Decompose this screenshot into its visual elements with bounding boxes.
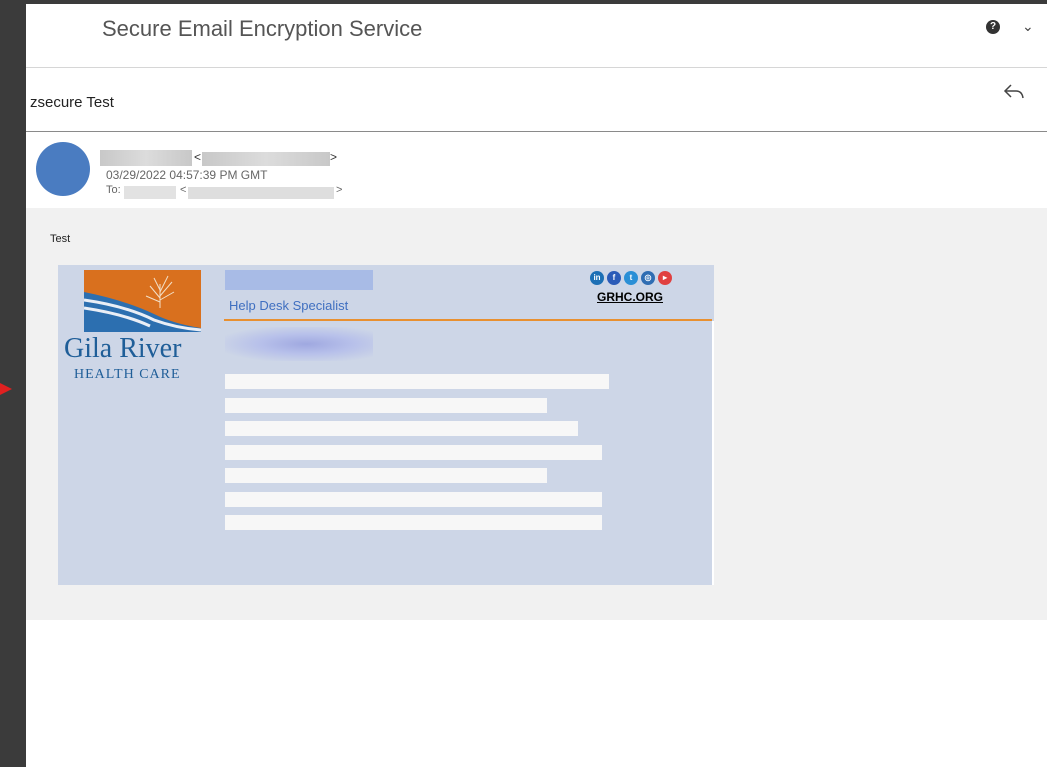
- sender-name-redacted: [100, 150, 192, 166]
- linkedin-icon[interactable]: in: [590, 271, 604, 285]
- youtube-icon[interactable]: ▸: [658, 271, 672, 285]
- help-icon[interactable]: ?: [986, 20, 1000, 34]
- contact-line-redacted: [225, 492, 602, 507]
- to-label: To:: [106, 184, 121, 196]
- facebook-icon[interactable]: f: [607, 271, 621, 285]
- sender-email-redacted: [202, 152, 330, 166]
- to-open-bracket: <: [180, 184, 187, 196]
- body-text: Test: [50, 233, 71, 245]
- signer-name-redacted: [225, 270, 373, 290]
- signature-edge: [712, 321, 714, 585]
- app-frame: Secure Email Encryption Service ? ⌄ zsec…: [0, 0, 1047, 767]
- twitter-icon[interactable]: t: [624, 271, 638, 285]
- email-meta: < > 03/29/2022 04:57:39 PM GMT To: < >: [26, 134, 1047, 208]
- contact-line-redacted: [225, 468, 547, 483]
- email-page: Secure Email Encryption Service ? ⌄ zsec…: [26, 4, 1047, 767]
- sender-close-bracket: >: [330, 150, 338, 164]
- gila-river-logo: [84, 270, 201, 332]
- job-title: Help Desk Specialist: [229, 298, 349, 313]
- avatar: [36, 142, 90, 196]
- contact-line-redacted: [225, 398, 547, 413]
- app-header: Secure Email Encryption Service ? ⌄: [26, 4, 1047, 68]
- contact-line-redacted: [225, 515, 602, 530]
- website-link[interactable]: GRHC.ORG: [597, 290, 663, 304]
- org-subtitle: HEALTH CARE: [74, 367, 181, 382]
- contact-line-redacted: [225, 445, 602, 460]
- chevron-down-icon[interactable]: ⌄: [1022, 18, 1034, 35]
- email-subject: zsecure Test: [30, 94, 114, 111]
- to-close-bracket: >: [336, 184, 343, 196]
- social-links: in f t ◎ ▸: [590, 271, 690, 289]
- contact-line-redacted: [225, 374, 609, 389]
- email-signature: Gila River HEALTH CARE Help Desk Special…: [58, 265, 714, 585]
- org-name: Gila River: [64, 333, 182, 364]
- instagram-icon[interactable]: ◎: [641, 271, 655, 285]
- reply-icon[interactable]: [1002, 80, 1026, 102]
- recipient-email-redacted: [188, 187, 334, 199]
- sender-open-bracket: <: [194, 150, 202, 164]
- email-body: Test Gila River HEALTH CARE Help Desk Sp…: [26, 208, 1047, 620]
- signature-divider: [224, 319, 712, 321]
- recipient-name-redacted: [124, 186, 176, 199]
- email-date: 03/29/2022 04:57:39 PM GMT: [106, 168, 268, 182]
- subject-bar: zsecure Test: [26, 70, 1047, 132]
- app-title: Secure Email Encryption Service: [102, 16, 423, 41]
- pointer-arrow-icon: [0, 383, 12, 395]
- signature-image-redacted: [225, 327, 373, 361]
- contact-line-redacted: [225, 421, 578, 436]
